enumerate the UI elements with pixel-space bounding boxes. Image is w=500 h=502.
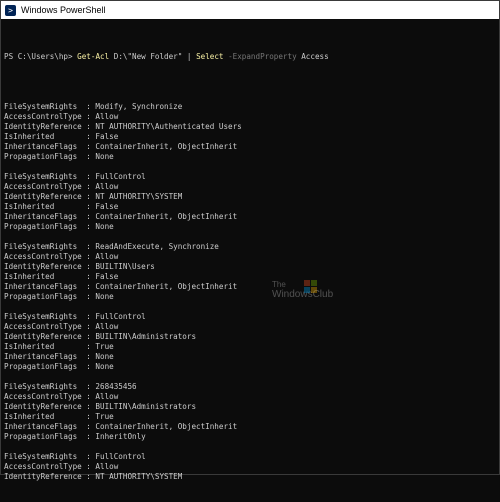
output-line: AccessControlType : Allow xyxy=(4,462,119,471)
output-line: PropagationFlags : None xyxy=(4,222,114,231)
output-line: InheritanceFlags : ContainerInherit, Obj… xyxy=(4,282,238,291)
output-line: FileSystemRights : 268435456 xyxy=(4,382,137,391)
console-output[interactable]: PS C:\Users\hp> Get-Acl D:\"New Folder" … xyxy=(4,32,499,481)
output-line: AccessControlType : Allow xyxy=(4,182,119,191)
title-bar[interactable]: > Windows PowerShell xyxy=(1,1,499,19)
prompt: PS C:\Users\hp> xyxy=(4,52,78,61)
output-line: IdentityReference : NT AUTHORITY\SYSTEM xyxy=(4,472,183,481)
output-line: IdentityReference : NT AUTHORITY\SYSTEM xyxy=(4,192,183,201)
output-line: PropagationFlags : None xyxy=(4,152,114,161)
output-line: InheritanceFlags : ContainerInherit, Obj… xyxy=(4,142,238,151)
output-line: AccessControlType : Allow xyxy=(4,252,119,261)
output-line: AccessControlType : Allow xyxy=(4,112,119,121)
output-line: IsInherited : True xyxy=(4,342,114,351)
cmdlet-get-acl: Get-Acl xyxy=(77,52,110,61)
watermark: The WindowsClub xyxy=(272,280,342,310)
parameter-expandproperty: -ExpandProperty xyxy=(223,52,297,61)
output-line: IsInherited : True xyxy=(4,412,114,421)
cmdlet-select: Select xyxy=(196,52,224,61)
output-line: IsInherited : False xyxy=(4,132,119,141)
output-line: InheritanceFlags : ContainerInherit, Obj… xyxy=(4,422,238,431)
output-line: IdentityReference : BUILTIN\Administrato… xyxy=(4,332,197,341)
output-line: AccessControlType : Allow xyxy=(4,322,119,331)
output-line: FileSystemRights : Modify, Synchronize xyxy=(4,102,183,111)
output-line: FileSystemRights : FullControl xyxy=(4,452,146,461)
output-line: PropagationFlags : InheritOnly xyxy=(4,432,146,441)
parameter-value: Access xyxy=(296,52,329,61)
path-argument: D:\ xyxy=(109,52,128,61)
powershell-icon: > xyxy=(5,4,16,16)
output-line: FileSystemRights : ReadAndExecute, Synch… xyxy=(4,242,219,251)
path-string: "New Folder" xyxy=(127,52,183,61)
output-lines: FileSystemRights : Modify, Synchronize Ac… xyxy=(4,82,499,482)
output-line: IdentityReference : BUILTIN\Users xyxy=(4,262,155,271)
windows-logo-icon xyxy=(304,280,317,293)
output-line: FileSystemRights : FullControl xyxy=(4,172,146,181)
output-line: AccessControlType : Allow xyxy=(4,392,119,401)
powershell-window: > Windows PowerShell PS C:\Users\hp> Get… xyxy=(0,0,500,481)
output-line: InheritanceFlags : ContainerInherit, Obj… xyxy=(4,212,238,221)
command-line: PS C:\Users\hp> Get-Acl D:\"New Folder" … xyxy=(4,52,499,62)
output-line: PropagationFlags : None xyxy=(4,362,114,371)
output-line: InheritanceFlags : None xyxy=(4,352,114,361)
output-line: PropagationFlags : None xyxy=(4,292,114,301)
output-line: IsInherited : False xyxy=(4,272,119,281)
output-line: FileSystemRights : FullControl xyxy=(4,312,146,321)
window-title: Windows PowerShell xyxy=(21,5,106,15)
output-line: IdentityReference : NT AUTHORITY\Authent… xyxy=(4,122,242,131)
pipe-operator: | xyxy=(182,52,197,61)
output-line: IdentityReference : BUILTIN\Administrato… xyxy=(4,402,197,411)
output-line: IsInherited : False xyxy=(4,202,119,211)
